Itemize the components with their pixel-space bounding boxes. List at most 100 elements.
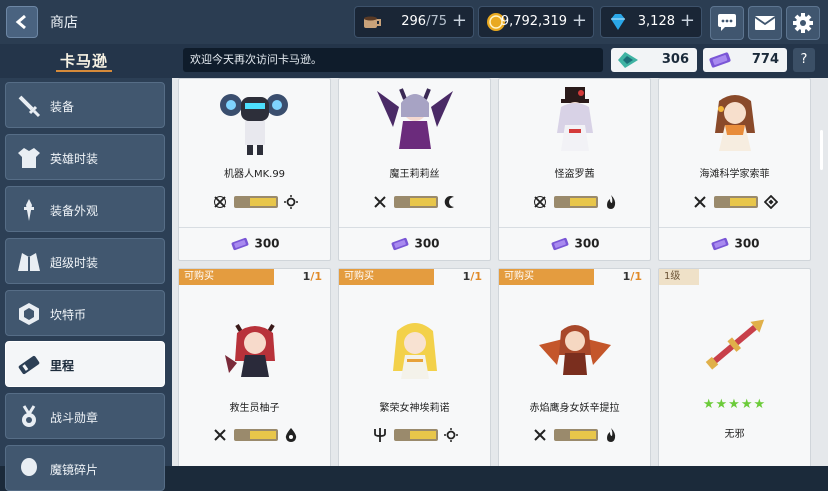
item-name: 救生员柚子 (229, 403, 280, 414)
sidebar-item-battle-medal[interactable]: 战斗勋章 (5, 393, 165, 439)
diamond-outline-icon (764, 195, 778, 209)
item-attributes (499, 193, 650, 211)
medal-icon (22, 405, 36, 427)
item-card-wuxie-weapon[interactable]: 1级 ★★★★★ 无邪 (658, 268, 811, 466)
purple-ticket-value: 774 (751, 52, 779, 67)
notice-banner: 欢迎今天再次访问卡马逊。 (183, 48, 603, 72)
sidebar-item-super-costume[interactable]: 超级时装 (5, 238, 165, 284)
back-button[interactable] (6, 6, 38, 38)
sidebar-item-equipment-skin[interactable]: 装备外观 (5, 186, 165, 232)
mail-icon (754, 16, 776, 30)
rank-bar (394, 196, 438, 208)
add-gold-button[interactable]: + (572, 11, 587, 31)
fire-icon (607, 428, 616, 442)
chat-icon (718, 14, 736, 31)
gem-counter: 3,128 + (600, 6, 702, 38)
item-card-demon-lilith[interactable]: 魔王莉莉丝 300 (338, 78, 491, 261)
costume-icon (18, 148, 40, 168)
sidebar-item-label: 装备 (50, 100, 75, 114)
mail-button[interactable] (748, 6, 782, 40)
sun-icon (284, 195, 298, 209)
price-divider (499, 227, 650, 228)
diamond-icon (611, 14, 625, 30)
item-name: 无邪 (724, 429, 745, 440)
item-attributes (339, 193, 490, 211)
stamina-value: 296 (401, 14, 427, 29)
crossed-swords-off-icon (214, 196, 226, 208)
sidebar-item-kant-coin[interactable]: 坎特币 (5, 290, 165, 336)
item-name: 机器人MK.99 (223, 169, 286, 180)
item-card-lifeguard-yuzu[interactable]: 可购买 1/1 救生员柚子 (178, 268, 331, 466)
crossed-swords-icon (534, 429, 546, 441)
fire-icon (607, 195, 616, 209)
purple-ticket-icon (232, 237, 249, 251)
item-card-beach-sophie[interactable]: 海滩科学家索菲 300 (658, 78, 811, 261)
purchasable-tag: 可购买 (339, 269, 434, 285)
item-attributes (179, 426, 330, 444)
gem-value: 3,128 (637, 14, 675, 29)
item-name: 魔王莉莉丝 (389, 169, 440, 180)
star-rating: ★★★★★ (702, 397, 767, 412)
mirror-icon (21, 458, 37, 476)
purchase-limit: 1/1 (463, 270, 482, 283)
purchasable-tag: 可购买 (179, 269, 274, 285)
help-button[interactable]: ? (793, 48, 815, 72)
settings-button[interactable] (786, 6, 820, 40)
purchasable-tag: 可购买 (499, 269, 594, 285)
item-attributes (339, 426, 490, 444)
wuxie-weapon-sprite (705, 319, 765, 370)
sun-icon (444, 428, 458, 442)
purple-ticket-icon (712, 237, 729, 251)
shop-brand: 卡马逊 (60, 52, 109, 70)
sidebar-item-label: 装备外观 (50, 204, 99, 218)
moon-icon (444, 196, 454, 208)
sidebar-item-mirror-shard[interactable]: 魔镜碎片 (5, 445, 165, 491)
item-attributes (499, 426, 650, 444)
item-price[interactable]: 300 (179, 236, 330, 252)
purchase-limit: 1/1 (623, 270, 642, 283)
item-name: 怪盗罗茜 (554, 169, 595, 180)
item-price[interactable]: 300 (659, 236, 810, 252)
item-card-harpy-cintila[interactable]: 可购买 1/1 赤焰鹰身女妖辛提拉 (498, 268, 651, 466)
price-value: 300 (254, 236, 280, 251)
item-price[interactable]: 300 (339, 236, 490, 252)
beach-sophie-sprite (715, 95, 755, 151)
add-stamina-button[interactable]: + (452, 11, 467, 31)
water-drop-icon (285, 428, 297, 442)
lifeguard-yuzu-sprite (225, 323, 275, 377)
crossed-swords-icon (214, 429, 226, 441)
sidebar-item-label: 战斗勋章 (50, 411, 99, 425)
item-card-robot-mk99[interactable]: 机器人MK.99 300 (178, 78, 331, 261)
page-title: 商店 (50, 15, 78, 31)
purchase-limit: 1/1 (303, 270, 322, 283)
rank-bar (234, 196, 278, 208)
sidebar-item-label: 英雄时装 (50, 152, 99, 166)
demon-lilith-sprite (377, 88, 453, 149)
rank-bar (714, 196, 758, 208)
price-value: 300 (574, 236, 600, 251)
price-value: 300 (414, 236, 440, 251)
chat-button[interactable] (710, 6, 744, 40)
sidebar-item-label: 坎特币 (50, 308, 87, 322)
harpy-cintila-sprite (539, 325, 611, 375)
scrollbar[interactable] (820, 130, 823, 170)
rank-bar (554, 429, 598, 441)
green-ticket-counter: 306 (611, 48, 697, 72)
item-name: 海滩科学家索菲 (699, 169, 770, 180)
item-price[interactable]: 300 (499, 236, 650, 252)
robot-hero-sprite (220, 94, 288, 155)
sidebar-item-hero-costume[interactable]: 英雄时装 (5, 134, 165, 180)
stamina-max: /75 (426, 14, 447, 29)
hex-coin-icon (19, 303, 39, 325)
add-gem-button[interactable]: + (680, 11, 695, 31)
price-divider (659, 227, 810, 228)
item-card-goddess-eleanor[interactable]: 可购买 1/1 繁荣女神埃莉诺 (338, 268, 491, 466)
limit-max: /1 (470, 270, 482, 283)
item-attributes (659, 193, 810, 211)
item-card-phantom-rosie[interactable]: 怪盗罗茜 300 (498, 78, 651, 261)
brand-underline (56, 70, 112, 72)
rank-bar (234, 429, 278, 441)
trident-icon (374, 428, 386, 442)
sidebar-item-mileage[interactable]: 里程 (5, 341, 165, 387)
sidebar-item-equipment[interactable]: 装备 (5, 82, 165, 128)
